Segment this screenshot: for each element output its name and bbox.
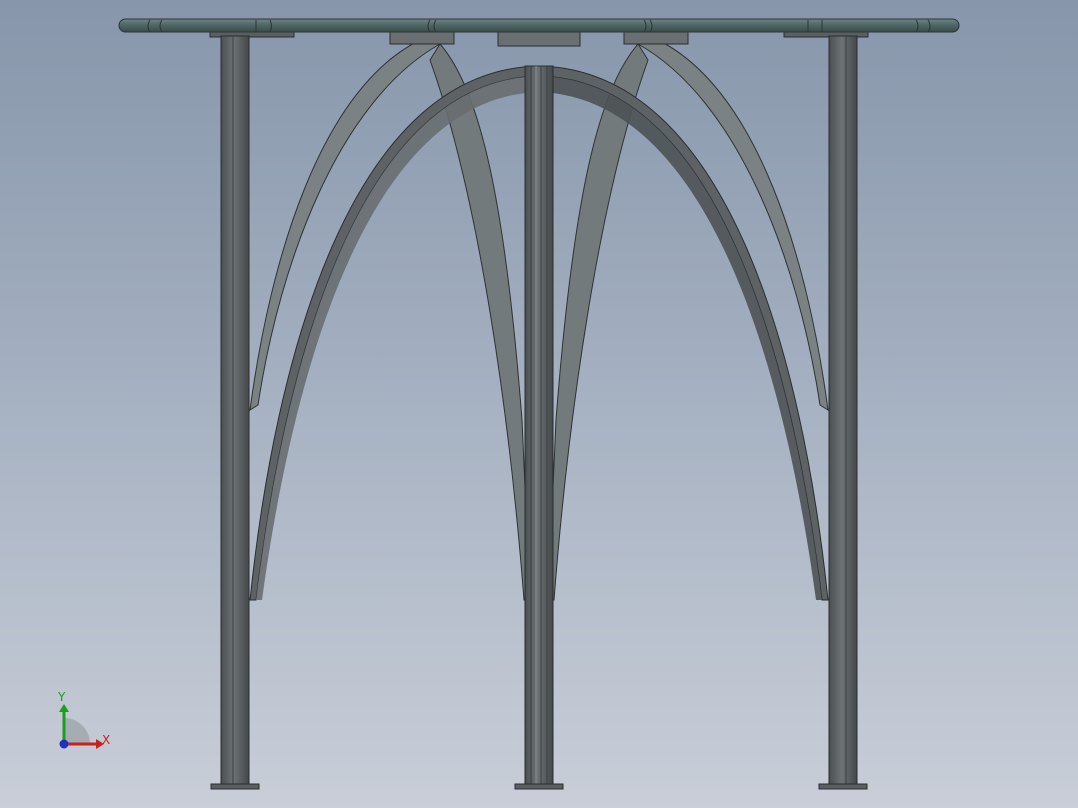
y-axis-label: Y [57, 690, 66, 704]
leg-left[interactable] [210, 35, 260, 790]
leg-right[interactable] [818, 35, 868, 790]
tabletop[interactable] [118, 18, 960, 33]
z-axis-dot [59, 739, 69, 749]
cad-graphics-viewport[interactable]: X Y [0, 0, 1078, 808]
model-view[interactable]: X Y [0, 0, 1078, 808]
outer-arch-left[interactable] [249, 39, 531, 601]
x-axis-label: X [102, 733, 110, 747]
outer-arch-right[interactable] [547, 39, 829, 601]
tabletop-brackets [209, 31, 869, 47]
coordinate-triad[interactable]: X Y [57, 690, 110, 749]
